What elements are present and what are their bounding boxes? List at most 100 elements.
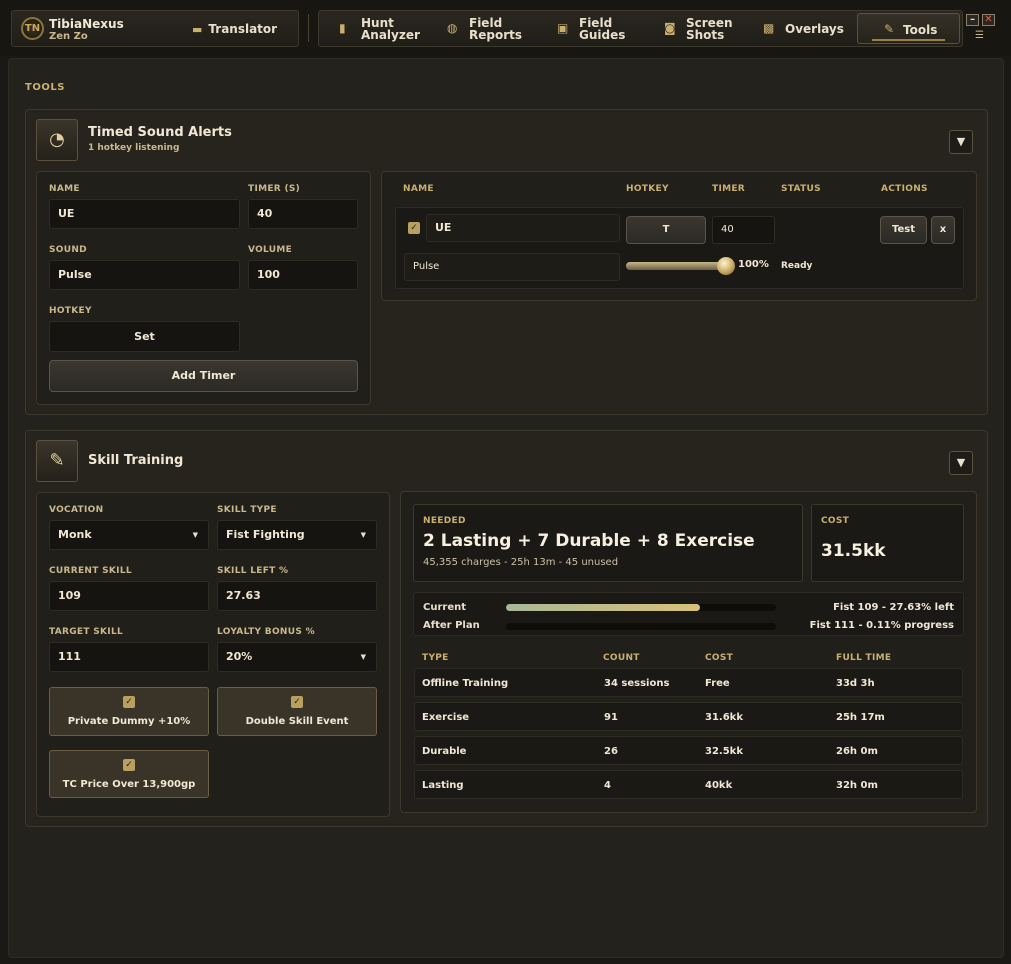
current-skill-input[interactable]: 109 bbox=[49, 581, 209, 611]
translator-button[interactable]: ▬ Translator bbox=[192, 22, 277, 36]
timer-label: TIMER (S) bbox=[248, 184, 301, 194]
checkbox-checked-icon: ✓ bbox=[291, 696, 303, 708]
checkbox-checked-icon: ✓ bbox=[123, 696, 135, 708]
row-count: 4 bbox=[604, 780, 611, 791]
cost-box: COST 31.5kk bbox=[811, 504, 964, 582]
volume-slider-track[interactable] bbox=[626, 257, 735, 275]
needed-value: 2 Lasting + 7 Durable + 8 Exercise bbox=[423, 531, 755, 551]
volume-percent: 100% bbox=[738, 259, 769, 270]
close-button[interactable]: ✕ bbox=[982, 14, 995, 26]
plan-row-offline: Offline Training 34 sessions Free 33d 3h bbox=[414, 668, 963, 697]
nav-label: Overlays bbox=[785, 22, 844, 36]
delete-alert-button[interactable]: x bbox=[931, 216, 955, 244]
chevron-down-icon: ▼ bbox=[956, 135, 966, 148]
current-progress-track bbox=[506, 604, 776, 611]
plan-row-durable: Durable 26 32.5kk 26h 0m bbox=[414, 736, 963, 765]
row-count: 26 bbox=[604, 746, 618, 757]
alert-name-input[interactable]: UE bbox=[49, 199, 240, 229]
skill-type-select[interactable]: Fist Fighting bbox=[217, 520, 377, 550]
vocation-label: VOCATION bbox=[49, 505, 104, 515]
skill-left-input[interactable]: 27.63 bbox=[217, 581, 377, 611]
test-alert-button[interactable]: Test bbox=[880, 216, 927, 244]
col-type: TYPE bbox=[422, 653, 449, 663]
add-timer-button[interactable]: Add Timer bbox=[49, 360, 358, 392]
row-hotkey-button[interactable]: T bbox=[626, 216, 706, 244]
app-name: TibiaNexus bbox=[49, 17, 124, 31]
toggle-tc-price[interactable]: ✓ TC Price Over 13,900gp bbox=[49, 750, 209, 798]
target-skill-label: TARGET SKILL bbox=[49, 627, 124, 637]
toggle-label: TC Price Over 13,900gp bbox=[62, 779, 196, 790]
clock-speaker-icon: ◔ bbox=[36, 119, 78, 161]
row-cost: 31.6kk bbox=[705, 712, 743, 723]
alert-form-panel: NAME UE TIMER (S) 40 SOUND Pulse VOLUME … bbox=[36, 171, 371, 405]
plan-row-lasting: Lasting 4 40kk 32h 0m bbox=[414, 770, 963, 799]
progress-box: Current Fist 109 - 27.63% left After Pla… bbox=[413, 592, 964, 636]
nav-screenshots[interactable]: ◙ Screen Shots bbox=[664, 11, 754, 46]
vocation-select[interactable]: Monk bbox=[49, 520, 209, 550]
loyalty-bonus-label: LOYALTY BONUS % bbox=[217, 627, 315, 637]
alert-volume-input[interactable]: 100 bbox=[248, 260, 358, 290]
chart-bars-icon: ▮ bbox=[339, 21, 346, 35]
row-timer-input[interactable]: 40 bbox=[712, 216, 775, 244]
nav-tools[interactable]: ✎ Tools bbox=[857, 13, 960, 44]
skill-type-label: SKILL TYPE bbox=[217, 505, 277, 515]
volume-slider-thumb[interactable] bbox=[717, 257, 735, 275]
sword-scroll-icon: ✎ bbox=[36, 440, 78, 482]
needed-detail: 45,355 charges - 25h 13m - 45 unused bbox=[423, 557, 619, 568]
row-time: 26h 0m bbox=[836, 746, 878, 757]
col-count: COUNT bbox=[603, 653, 640, 663]
set-hotkey-button[interactable]: Set bbox=[49, 321, 240, 352]
translator-label: Translator bbox=[208, 22, 278, 36]
nav-label: Hunt Analyzer bbox=[361, 16, 420, 42]
wrench-icon: ✎ bbox=[884, 22, 895, 36]
alert-timer-input[interactable]: 40 bbox=[248, 199, 358, 229]
row-time: 33d 3h bbox=[836, 678, 875, 689]
toggle-label: Private Dummy +10% bbox=[67, 716, 191, 727]
col-name: NAME bbox=[403, 184, 434, 194]
alert-enabled-checkbox[interactable]: ✓ bbox=[408, 222, 420, 234]
col-cost: COST bbox=[705, 653, 734, 663]
row-type: Exercise bbox=[422, 712, 470, 723]
user-name: Zen Zo bbox=[49, 31, 88, 42]
nav-separator bbox=[308, 14, 309, 42]
page-title: TOOLS bbox=[25, 82, 65, 93]
row-name-input[interactable]: UE bbox=[426, 214, 620, 242]
nav-field-reports[interactable]: ◍ Field Reports bbox=[447, 11, 537, 46]
sound-alerts-title: Timed Sound Alerts bbox=[88, 125, 232, 140]
skill-form-panel: VOCATION Monk SKILL TYPE Fist Fighting C… bbox=[36, 492, 390, 817]
current-progress-text: Fist 109 - 27.63% left bbox=[833, 602, 954, 613]
needed-box: NEEDED 2 Lasting + 7 Durable + 8 Exercis… bbox=[413, 504, 803, 582]
loyalty-bonus-select[interactable]: 20% bbox=[217, 642, 377, 672]
toggle-private-dummy[interactable]: ✓ Private Dummy +10% bbox=[49, 687, 209, 736]
plan-row-exercise: Exercise 91 31.6kk 25h 17m bbox=[414, 702, 963, 731]
speech-bubble-icon: ▬ bbox=[192, 23, 203, 36]
book-icon: ▣ bbox=[557, 21, 569, 35]
skill-left-label: SKILL LEFT % bbox=[217, 566, 289, 576]
row-sound-select[interactable]: Pulse bbox=[404, 253, 620, 281]
target-skill-input[interactable]: 111 bbox=[49, 642, 209, 672]
toggle-double-skill-event[interactable]: ✓ Double Skill Event bbox=[217, 687, 377, 736]
nav-field-guides[interactable]: ▣ Field Guides bbox=[557, 11, 647, 46]
sound-label: SOUND bbox=[49, 245, 87, 255]
settings-icon[interactable]: ☰ bbox=[975, 30, 984, 41]
nav-overlays[interactable]: ▩ Overlays bbox=[763, 11, 853, 46]
hotkey-label: HOTKEY bbox=[49, 306, 92, 316]
nav-label: Field Guides bbox=[579, 16, 626, 42]
top-bar: TN TibiaNexus Zen Zo ▬ Translator ▮ Hunt A… bbox=[0, 0, 1011, 56]
volume-slider-fill bbox=[626, 262, 726, 270]
close-icon: ✕ bbox=[984, 14, 993, 25]
collapse-skill-training-button[interactable]: ▼ bbox=[949, 451, 973, 475]
alert-list-panel: NAME HOTKEY TIMER STATUS ACTIONS ✓ UE T … bbox=[381, 171, 977, 301]
collapse-sound-alerts-button[interactable]: ▼ bbox=[949, 130, 973, 154]
minimize-button[interactable]: – bbox=[966, 14, 979, 26]
col-full-time: FULL TIME bbox=[836, 653, 892, 663]
volume-label: VOLUME bbox=[248, 245, 293, 255]
camera-icon: ◙ bbox=[664, 21, 676, 35]
nav-hunt-analyzer[interactable]: ▮ Hunt Analyzer bbox=[339, 11, 429, 46]
sound-alerts-card: ◔ Timed Sound Alerts 1 hotkey listening … bbox=[25, 109, 988, 415]
row-type: Durable bbox=[422, 746, 467, 757]
current-progress-fill bbox=[506, 604, 700, 611]
row-type: Offline Training bbox=[422, 678, 509, 689]
overlay-icon: ▩ bbox=[763, 21, 775, 35]
alert-sound-select[interactable]: Pulse bbox=[49, 260, 240, 290]
